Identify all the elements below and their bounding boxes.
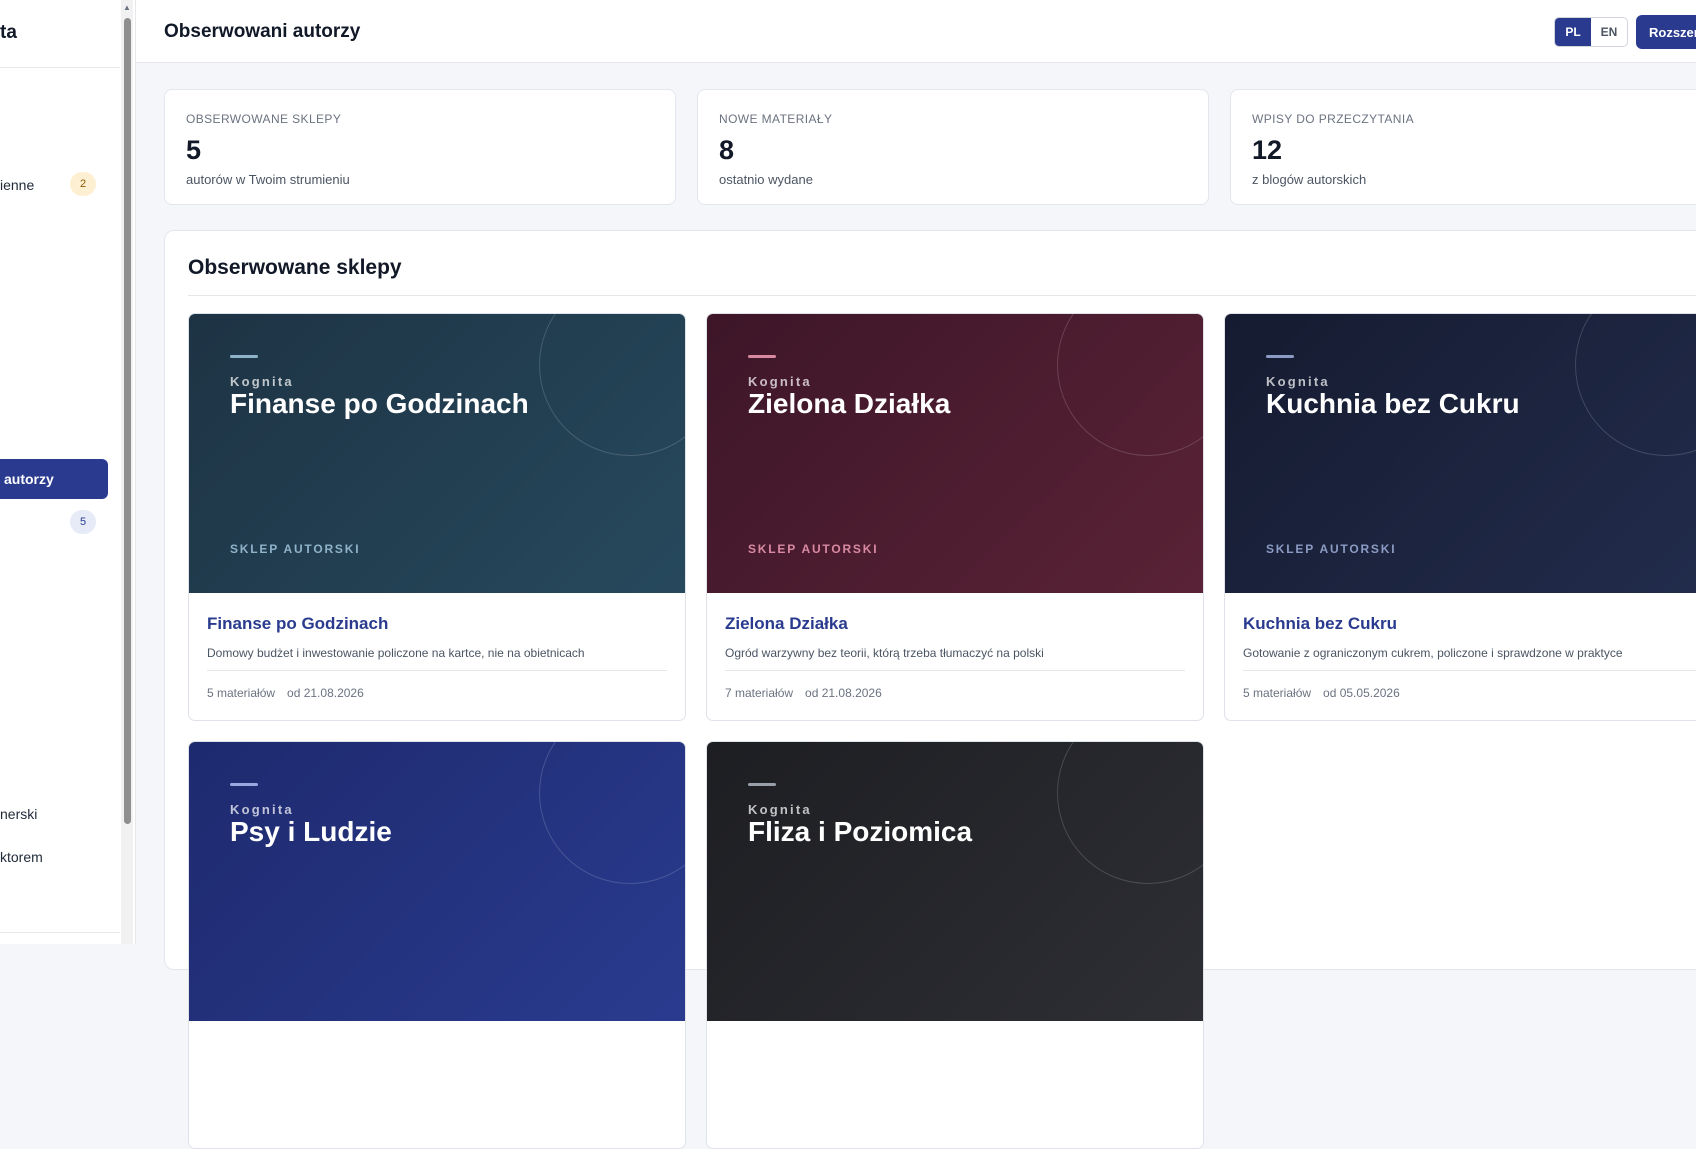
cover-title: Psy i Ludzie: [230, 816, 392, 847]
shop-since-date: od 05.05.2026: [1323, 686, 1400, 700]
cover-tag: SKLEP AUTORSKI: [748, 542, 879, 556]
cover-dash-decoration: [1266, 355, 1294, 358]
section-divider: [188, 295, 1696, 296]
shop-meta: 7 materiałów od 21.08.2026: [725, 686, 882, 700]
lang-pl-button[interactable]: PL: [1555, 18, 1591, 46]
shop-since-date: od 21.08.2026: [805, 686, 882, 700]
cover-ring-decoration: [1057, 742, 1203, 884]
shop-cover: Kognita Zielona Działka SKLEP AUTORSKI: [707, 314, 1203, 593]
shop-since-date: od 21.08.2026: [287, 686, 364, 700]
stat-value: 8: [719, 135, 735, 165]
shop-cover: Kognita Kuchnia bez Cukru SKLEP AUTORSKI: [1225, 314, 1696, 593]
sidebar-badge-codzienne: 2: [70, 172, 96, 196]
sidebar-item-z-redaktorem[interactable]: ktorem: [0, 849, 43, 865]
cover-dash-decoration: [748, 783, 776, 786]
shop-card-kuchnia-bez-cukru[interactable]: Kognita Kuchnia bez Cukru SKLEP AUTORSKI…: [1224, 313, 1696, 721]
cover-dash-decoration: [230, 355, 258, 358]
shop-materials-count: 7 materiałów: [725, 686, 794, 700]
shop-title-link[interactable]: Kuchnia bez Cukru: [1243, 614, 1397, 634]
cover-tag: SKLEP AUTORSKI: [1266, 542, 1397, 556]
shop-card-psy-i-ludzie[interactable]: Kognita Psy i Ludzie: [188, 741, 686, 1149]
sidebar: ta ienne 2 autorzy 5 nerski ktorem ▲: [0, 0, 136, 944]
sidebar-badge-count: 5: [70, 510, 96, 534]
followed-shops-panel: Obserwowane sklepy Kognita Finanse po Go…: [164, 230, 1696, 1149]
stat-card-new-materials: NOWE MATERIAŁY 8 ostatnio wydane: [697, 89, 1209, 205]
card-divider: [207, 670, 667, 671]
shop-description: Domowy budżet i inwestowanie policzone n…: [207, 646, 585, 660]
sidebar-item-codzienne[interactable]: ienne: [0, 177, 34, 193]
sidebar-item-obserwowani-autorzy[interactable]: autorzy: [0, 459, 108, 499]
cover-brand: Kognita: [748, 374, 812, 389]
stat-value: 5: [186, 135, 202, 165]
lang-en-button[interactable]: EN: [1591, 18, 1627, 46]
cover-brand: Kognita: [748, 802, 812, 817]
shop-cover: Kognita Psy i Ludzie: [189, 742, 685, 1021]
expand-button[interactable]: Rozszerz: [1636, 15, 1696, 49]
shop-materials-count: 5 materiałów: [207, 686, 276, 700]
stat-desc: ostatnio wydane: [719, 172, 813, 187]
sidebar-item-label: autorzy: [4, 471, 54, 487]
cover-title: Finanse po Godzinach: [230, 388, 529, 419]
cover-ring-decoration: [1057, 314, 1203, 456]
page-title: Obserwowani autorzy: [164, 21, 361, 42]
shop-card-fliza-i-poziomica[interactable]: Kognita Fliza i Poziomica: [706, 741, 1204, 1149]
stat-card-posts-to-read: WPISY DO PRZECZYTANIA 12 z blogów autors…: [1230, 89, 1696, 205]
brand-logo-text[interactable]: ta: [0, 22, 17, 44]
shop-title-link[interactable]: Finanse po Godzinach: [207, 614, 388, 634]
cover-brand: Kognita: [230, 374, 294, 389]
stat-label: OBSERWOWANE SKLEPY: [186, 112, 342, 126]
cover-title: Kuchnia bez Cukru: [1266, 388, 1520, 419]
sidebar-scrollbar-thumb[interactable]: [124, 18, 131, 824]
stat-label: WPISY DO PRZECZYTANIA: [1252, 112, 1414, 126]
shop-card-zielona-dzialka[interactable]: Kognita Zielona Działka SKLEP AUTORSKI Z…: [706, 313, 1204, 721]
language-toggle: PL EN: [1554, 17, 1628, 47]
shop-description: Ogród warzywny bez teorii, którą trzeba …: [725, 646, 1044, 660]
cover-ring-decoration: [539, 314, 685, 456]
shop-meta: 5 materiałów od 05.05.2026: [1243, 686, 1400, 700]
sidebar-item-partnerski[interactable]: nerski: [0, 806, 37, 822]
card-divider: [1243, 670, 1696, 671]
stat-card-followed-shops: OBSERWOWANE SKLEPY 5 autorów w Twoim str…: [164, 89, 676, 205]
cover-title: Fliza i Poziomica: [748, 816, 973, 847]
brand-divider: [0, 67, 120, 68]
shop-description: Gotowanie z ograniczonym cukrem, policzo…: [1243, 646, 1623, 660]
shop-cover: Kognita Finanse po Godzinach SKLEP AUTOR…: [189, 314, 685, 593]
sidebar-bottom-divider: [0, 932, 120, 933]
stat-label: NOWE MATERIAŁY: [719, 112, 833, 126]
cover-ring-decoration: [539, 742, 685, 884]
cover-ring-decoration: [1575, 314, 1696, 456]
stat-value: 12: [1252, 135, 1283, 165]
cover-dash-decoration: [748, 355, 776, 358]
shop-meta: 5 materiałów od 21.08.2026: [207, 686, 364, 700]
section-title: Obserwowane sklepy: [188, 256, 402, 279]
stat-desc: autorów w Twoim strumieniu: [186, 172, 350, 187]
shop-card-finanse[interactable]: Kognita Finanse po Godzinach SKLEP AUTOR…: [188, 313, 686, 721]
shop-materials-count: 5 materiałów: [1243, 686, 1312, 700]
scroll-up-arrow-icon[interactable]: ▲: [122, 2, 132, 14]
cover-dash-decoration: [230, 783, 258, 786]
card-divider: [725, 670, 1185, 671]
cover-title: Zielona Działka: [748, 388, 951, 419]
cover-brand: Kognita: [230, 802, 294, 817]
shop-title-link[interactable]: Zielona Działka: [725, 614, 848, 634]
shop-cover: Kognita Fliza i Poziomica: [707, 742, 1203, 1021]
stat-desc: z blogów autorskich: [1252, 172, 1367, 187]
cover-brand: Kognita: [1266, 374, 1330, 389]
cover-tag: SKLEP AUTORSKI: [230, 542, 361, 556]
top-header: Obserwowani autorzy PL EN Rozszerz: [136, 0, 1696, 63]
